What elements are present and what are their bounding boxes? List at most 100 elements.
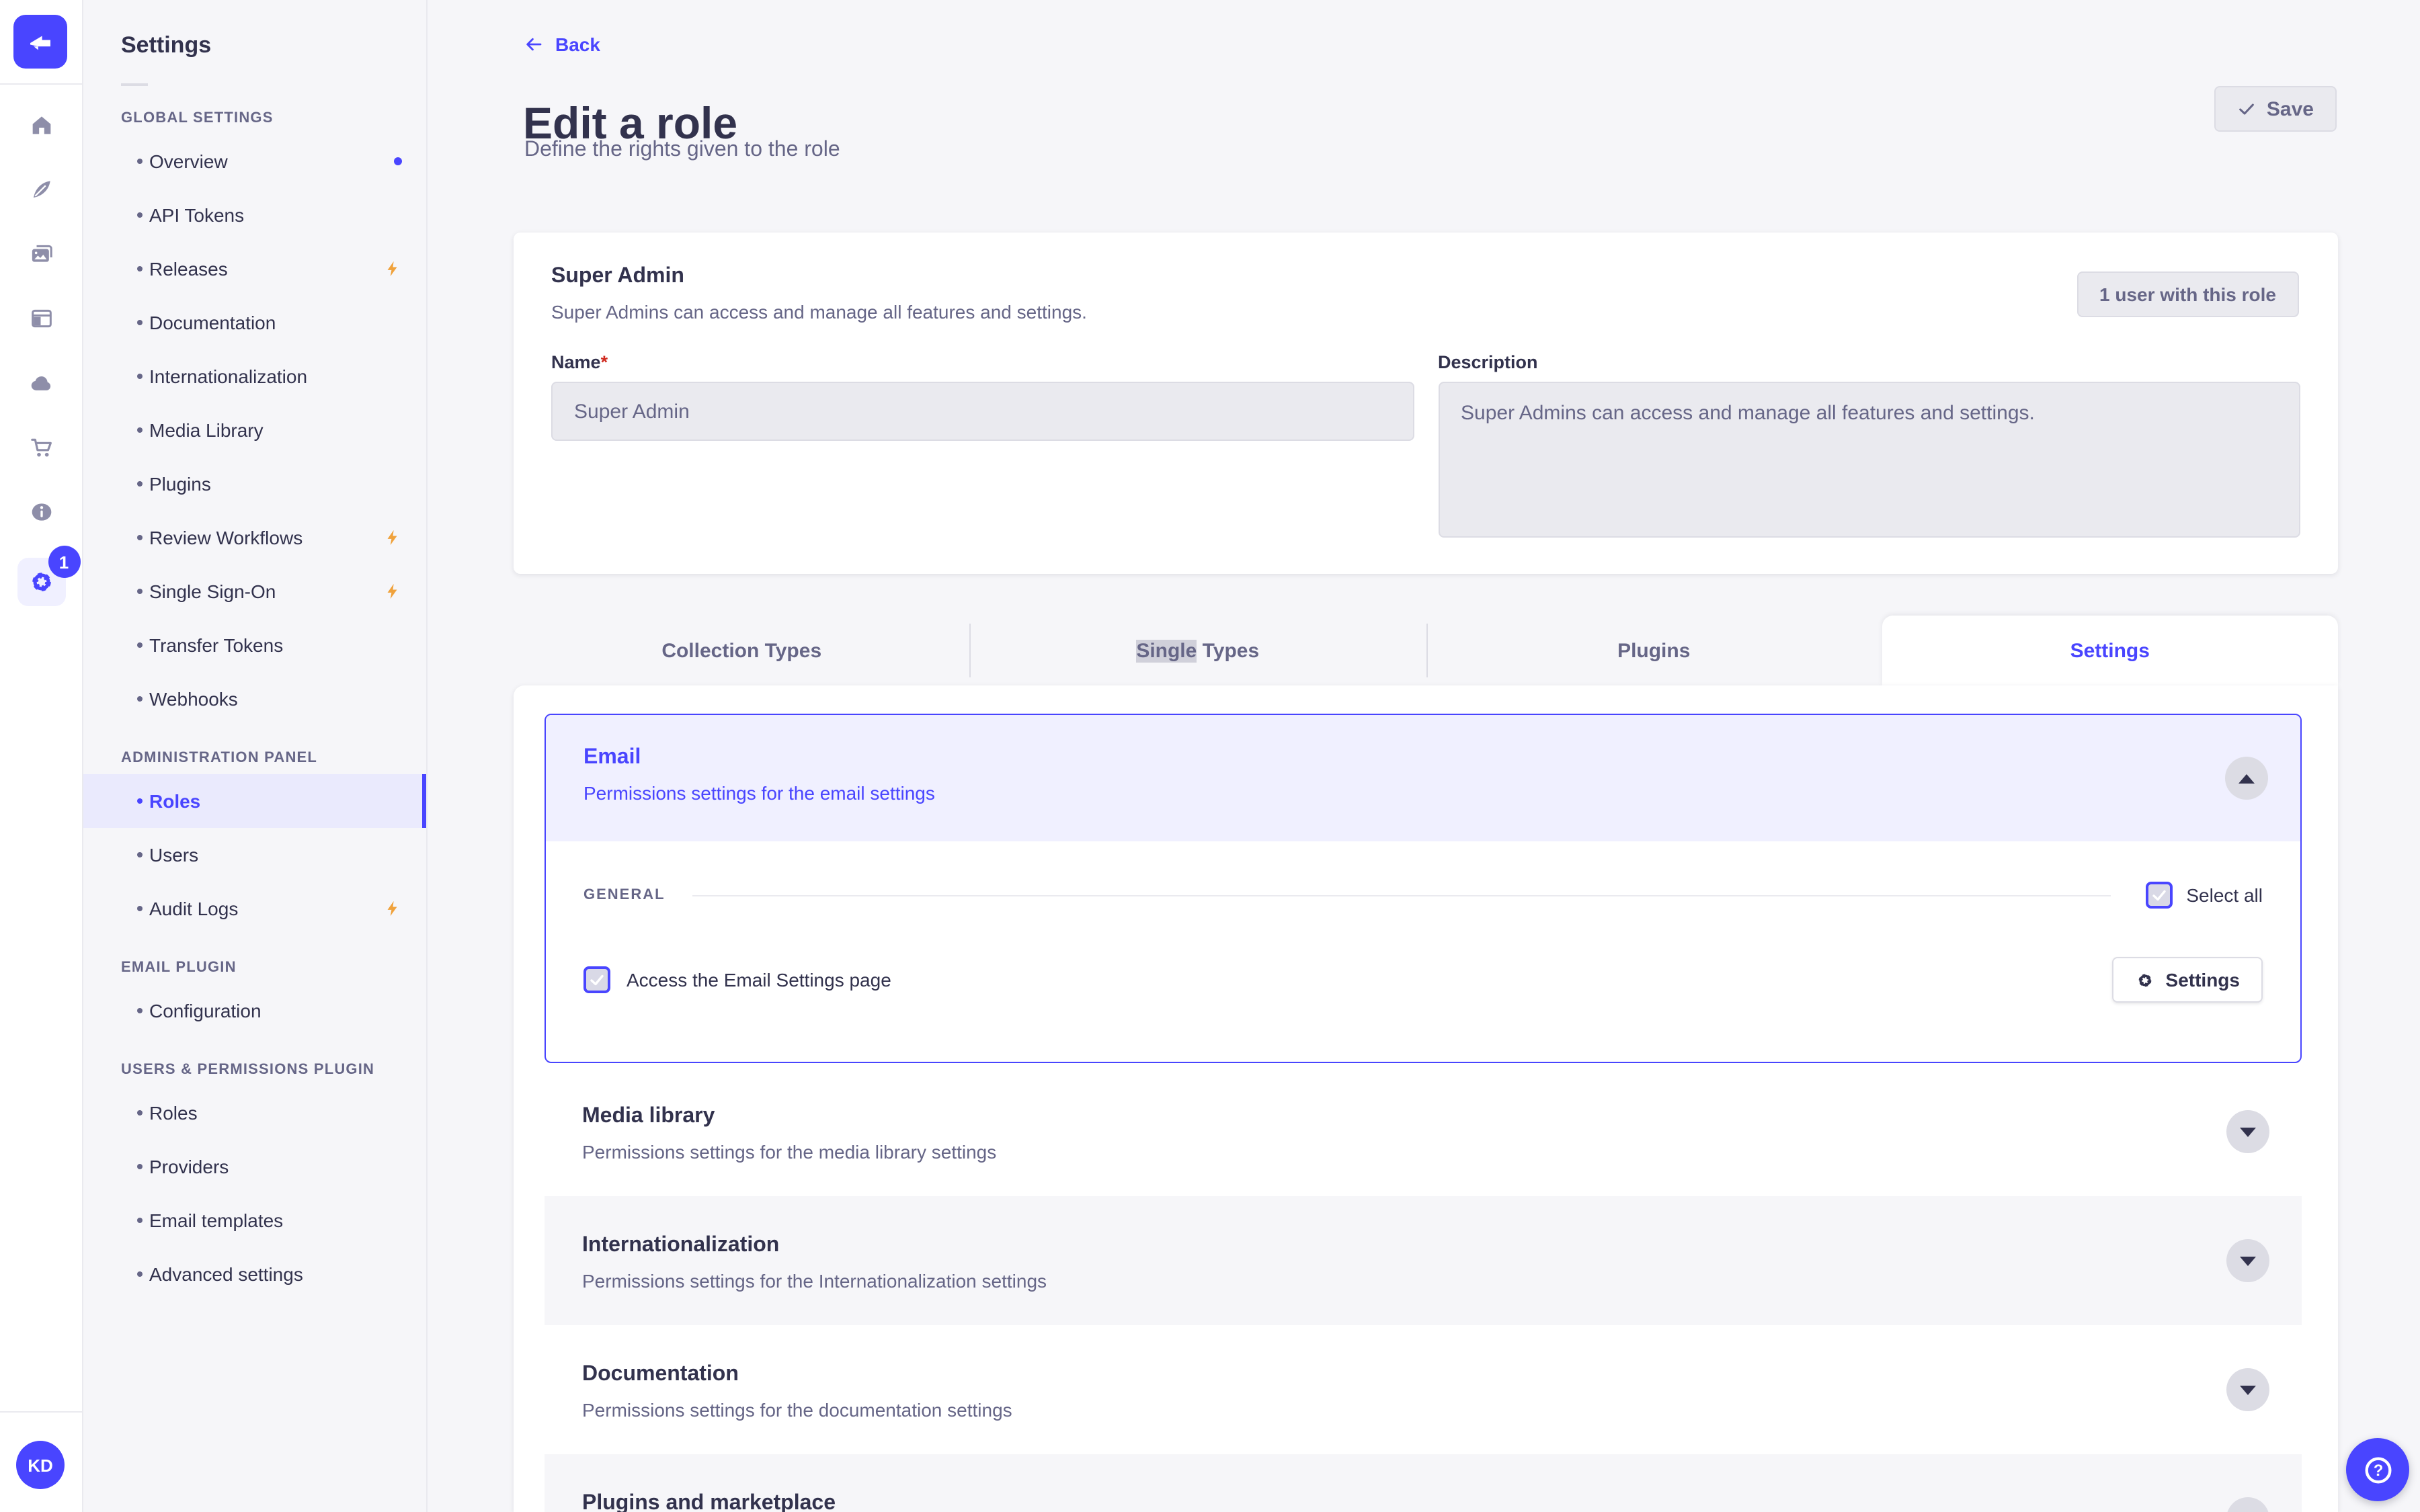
sidebar-item-providers[interactable]: Providers <box>83 1140 426 1193</box>
sidebar-item-transfer-tokens[interactable]: Transfer Tokens <box>83 618 426 672</box>
bullet-icon <box>137 696 143 702</box>
sidebar-item-roles[interactable]: Roles <box>83 1086 426 1140</box>
bullet-icon <box>137 1218 143 1223</box>
bullet-icon <box>137 320 143 325</box>
sidebar-item-releases[interactable]: Releases <box>83 242 426 296</box>
settings-notification-badge: 1 <box>48 546 80 578</box>
icon-rail: 1 KD <box>0 0 83 1512</box>
sidebar-item-label: Releases <box>149 258 228 280</box>
sidebar-item-api-tokens[interactable]: API Tokens <box>83 188 426 242</box>
bullet-icon <box>137 427 143 433</box>
sidebar-item-configuration[interactable]: Configuration <box>83 984 426 1038</box>
accordion-row-plugins-and-marketplace[interactable]: Plugins and marketplace <box>544 1454 2302 1512</box>
sidebar-item-advanced-settings[interactable]: Advanced settings <box>83 1247 426 1301</box>
chevron-up-icon <box>2238 773 2255 783</box>
bullet-icon <box>137 1008 143 1013</box>
sidebar-item-review-workflows[interactable]: Review Workflows <box>83 511 426 564</box>
description-field-group: Description Super Admins can access and … <box>1438 352 2300 538</box>
sidebar-title-divider <box>121 83 148 86</box>
email-accordion-title: Email <box>583 746 641 769</box>
accordion-row-title: Plugins and marketplace <box>582 1492 836 1512</box>
sidebar-item-label: Email templates <box>149 1210 284 1231</box>
sidebar-item-label: Transfer Tokens <box>149 634 284 656</box>
bullet-icon <box>137 481 143 487</box>
strapi-logo[interactable] <box>13 15 67 69</box>
media-library-icon[interactable] <box>17 230 65 278</box>
home-icon[interactable] <box>17 101 65 149</box>
permission-label: Access the Email Settings page <box>627 969 891 991</box>
sidebar-item-label: Internationalization <box>149 366 308 387</box>
sidebar-item-label: Media Library <box>149 419 264 441</box>
info-icon[interactable] <box>17 488 65 536</box>
select-all-checkbox[interactable] <box>2146 882 2173 909</box>
back-label: Back <box>555 34 600 55</box>
settings-gear-icon[interactable]: 1 <box>17 546 80 606</box>
expand-chevron-down-button[interactable] <box>2226 1368 2269 1411</box>
accordion-row-description: Permissions settings for the documentati… <box>582 1399 1012 1421</box>
sidebar-sections: GLOBAL SETTINGS Overview API Tokens Release… <box>83 110 426 1301</box>
bullet-icon <box>137 906 143 911</box>
question-mark-icon: ? <box>2364 1456 2391 1483</box>
users-with-role-button[interactable]: 1 user with this role <box>2076 271 2299 317</box>
save-button[interactable]: Save <box>2214 86 2337 132</box>
role-name-heading: Super Admin <box>551 265 684 288</box>
sidebar-item-label: Review Workflows <box>149 527 303 548</box>
collapse-chevron-up-button[interactable] <box>2225 757 2268 800</box>
rail-divider <box>0 83 82 85</box>
back-link[interactable]: Back <box>523 34 600 55</box>
email-settings-button[interactable]: Settings <box>2111 957 2263 1003</box>
settings-sidebar: Settings GLOBAL SETTINGS Overview API Toke… <box>83 0 428 1512</box>
sidebar-item-webhooks[interactable]: Webhooks <box>83 672 426 726</box>
name-input[interactable]: Super Admin <box>551 382 1414 441</box>
accordion-row-description: Permissions settings for the Internation… <box>582 1270 1047 1292</box>
expand-chevron-down-button[interactable] <box>2226 1239 2269 1282</box>
accordion-row-documentation[interactable]: Documentation Permissions settings for th… <box>544 1325 2302 1454</box>
bullet-icon <box>137 212 143 218</box>
role-details-card: Super Admin Super Admins can access and … <box>514 233 2338 574</box>
permission-checkbox[interactable] <box>583 966 610 993</box>
accordion-row-media-library[interactable]: Media library Permissions settings for th… <box>544 1067 2302 1196</box>
select-all-group: Select all <box>2146 882 2263 909</box>
bullet-icon <box>137 798 143 804</box>
chevron-down-icon <box>2240 1127 2256 1136</box>
sidebar-item-audit-logs[interactable]: Audit Logs <box>83 882 426 935</box>
cloud-icon[interactable] <box>17 359 65 407</box>
description-textarea[interactable]: Super Admins can access and manage all f… <box>1438 382 2300 538</box>
tab-plugins[interactable]: Plugins <box>1426 616 1882 685</box>
sidebar-item-media-library[interactable]: Media Library <box>83 403 426 457</box>
sidebar-item-roles[interactable]: Roles <box>83 774 426 828</box>
expand-chevron-down-button[interactable] <box>2226 1110 2269 1153</box>
content-manager-feather-icon[interactable] <box>17 165 65 214</box>
help-button[interactable]: ? <box>2346 1438 2409 1501</box>
sidebar-item-plugins[interactable]: Plugins <box>83 457 426 511</box>
main-content: Back Edit a role Define the rights given… <box>429 0 2420 1512</box>
sidebar-item-overview[interactable]: Overview <box>83 134 426 188</box>
avatar[interactable]: KD <box>16 1441 65 1489</box>
checkbox-check-icon <box>2152 890 2167 901</box>
checkbox-check-icon <box>590 974 604 986</box>
tab-single-types[interactable]: Single Types <box>969 616 1426 685</box>
sidebar-item-single-sign-on[interactable]: Single Sign-On <box>83 564 426 618</box>
marketplace-cart-icon[interactable] <box>17 423 65 472</box>
lightning-icon <box>387 530 397 546</box>
permissions-accordion-list: Media library Permissions settings for th… <box>544 1067 2302 1512</box>
content-type-builder-icon[interactable] <box>17 294 65 343</box>
sidebar-item-internationalization[interactable]: Internationalization <box>83 349 426 403</box>
sidebar-item-users[interactable]: Users <box>83 828 426 882</box>
sidebar-item-email-templates[interactable]: Email templates <box>83 1193 426 1247</box>
accordion-row-internationalization[interactable]: Internationalization Permissions settings… <box>544 1196 2302 1325</box>
sidebar-section-label: EMAIL PLUGIN <box>121 960 237 976</box>
email-accordion-description: Permissions settings for the email setti… <box>583 782 935 804</box>
sidebar-section-label: ADMINISTRATION PANEL <box>121 750 318 766</box>
tab-settings[interactable]: Settings <box>1882 616 2338 685</box>
sidebar-item-documentation[interactable]: Documentation <box>83 296 426 349</box>
sidebar-item-label: Single Sign-On <box>149 581 276 602</box>
sidebar-item-label: Webhooks <box>149 688 238 710</box>
sidebar-section-label: USERS & PERMISSIONS PLUGIN <box>121 1062 375 1078</box>
sidebar-item-label: Roles <box>149 790 201 812</box>
chevron-down-icon <box>2240 1256 2256 1265</box>
selected-text-highlight: Single <box>1136 639 1197 662</box>
strapi-logo-icon <box>30 36 50 50</box>
email-accordion-header[interactable]: Email Permissions settings for the email… <box>546 715 2300 841</box>
tab-collection-types[interactable]: Collection Types <box>514 616 970 685</box>
